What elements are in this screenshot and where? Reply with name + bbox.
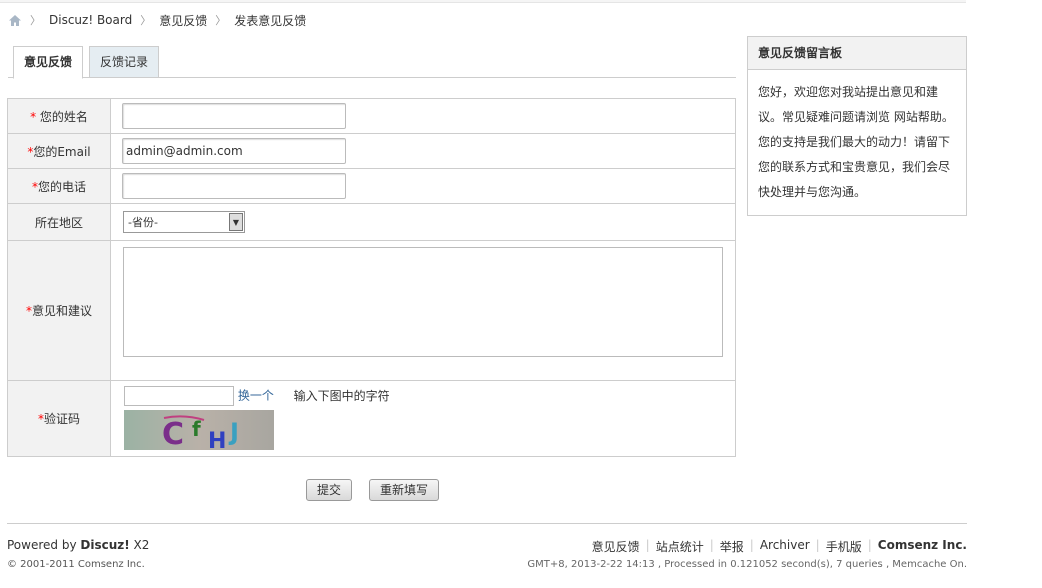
- advice-textarea[interactable]: [123, 247, 723, 357]
- comsenz-link[interactable]: Comsenz Inc.: [78, 559, 145, 570]
- feedback-form: * 您的姓名 *您的Email *您的电话 所在地区 -省份- ▼ *意见和建议…: [7, 98, 736, 457]
- reset-button[interactable]: 重新填写: [369, 479, 439, 501]
- debug-info: GMT+8, 2013-2-22 14:13 , Processed in 0.…: [527, 559, 967, 570]
- captcha-char: f: [192, 417, 201, 441]
- footer-link-archiver[interactable]: Archiver: [760, 538, 810, 555]
- province-select-value: -省份-: [128, 216, 158, 229]
- footer-link-mobile[interactable]: 手机版: [826, 538, 862, 555]
- email-input[interactable]: [122, 138, 346, 164]
- footer-link-comsenz[interactable]: Comsenz Inc.: [878, 538, 967, 555]
- region-label: 所在地区: [7, 203, 111, 241]
- feedback-sidebar: 意见反馈留言板 您好，欢迎您对我站提出意见和建议。常见疑难问题请浏览 网站帮助。…: [747, 36, 967, 216]
- tab-feedback-history[interactable]: 反馈记录: [89, 46, 160, 78]
- captcha-input[interactable]: [124, 386, 234, 406]
- top-bar: [0, 0, 966, 3]
- sidebar-body: 您好，欢迎您对我站提出意见和建议。常见疑难问题请浏览 网站帮助。您的支持是我们最…: [758, 85, 954, 199]
- name-label: * 您的姓名: [7, 98, 111, 134]
- submit-button[interactable]: 提交: [306, 479, 352, 501]
- tab-feedback[interactable]: 意见反馈: [13, 46, 84, 79]
- captcha-label: *验证码: [7, 380, 111, 457]
- footer-divider: [7, 523, 967, 524]
- captcha-refresh-link[interactable]: 换一个: [238, 389, 274, 403]
- footer-link-report[interactable]: 举报: [720, 538, 744, 555]
- name-input[interactable]: [122, 103, 346, 129]
- province-select[interactable]: -省份- ▼: [123, 211, 245, 233]
- sidebar-title: 意见反馈留言板: [748, 37, 966, 70]
- footer-link-feedback[interactable]: 意见反馈: [592, 538, 640, 555]
- breadcrumb-separator: 〉: [30, 14, 41, 27]
- footer-link-stats[interactable]: 站点统计: [656, 538, 704, 555]
- powered-by: Powered by Discuz! X2: [7, 538, 150, 552]
- home-icon[interactable]: [8, 14, 22, 27]
- footer-links: 意见反馈 | 站点统计 | 举报 | Archiver | 手机版 | Comsenz I…: [591, 538, 967, 555]
- copyright: © 2001-2011 Comsenz Inc.: [7, 559, 145, 570]
- breadcrumb: 〉 Discuz! Board 〉 意见反馈 〉 发表意见反馈: [8, 12, 306, 28]
- tab-bar: 意见反馈 反馈记录: [8, 46, 736, 79]
- captcha-hint: 输入下图中的字符: [293, 388, 390, 403]
- captcha-image: C f H J: [124, 410, 274, 450]
- advice-label: *意见和建议: [7, 240, 111, 381]
- breadcrumb-feedback[interactable]: 意见反馈: [159, 12, 207, 29]
- breadcrumb-board[interactable]: Discuz! Board: [49, 13, 132, 27]
- captcha-char: C: [162, 417, 184, 450]
- captcha-char: J: [228, 418, 239, 446]
- breadcrumb-current: 发表意见反馈: [234, 13, 307, 28]
- breadcrumb-separator: 〉: [140, 14, 152, 27]
- email-label: *您的Email: [7, 133, 111, 169]
- captcha-char: H: [208, 429, 226, 450]
- breadcrumb-separator: 〉: [215, 14, 227, 27]
- phone-input[interactable]: [122, 173, 346, 199]
- chevron-down-icon[interactable]: ▼: [229, 213, 243, 231]
- discuz-link[interactable]: Discuz!: [80, 538, 129, 552]
- phone-label: *您的电话: [7, 168, 111, 204]
